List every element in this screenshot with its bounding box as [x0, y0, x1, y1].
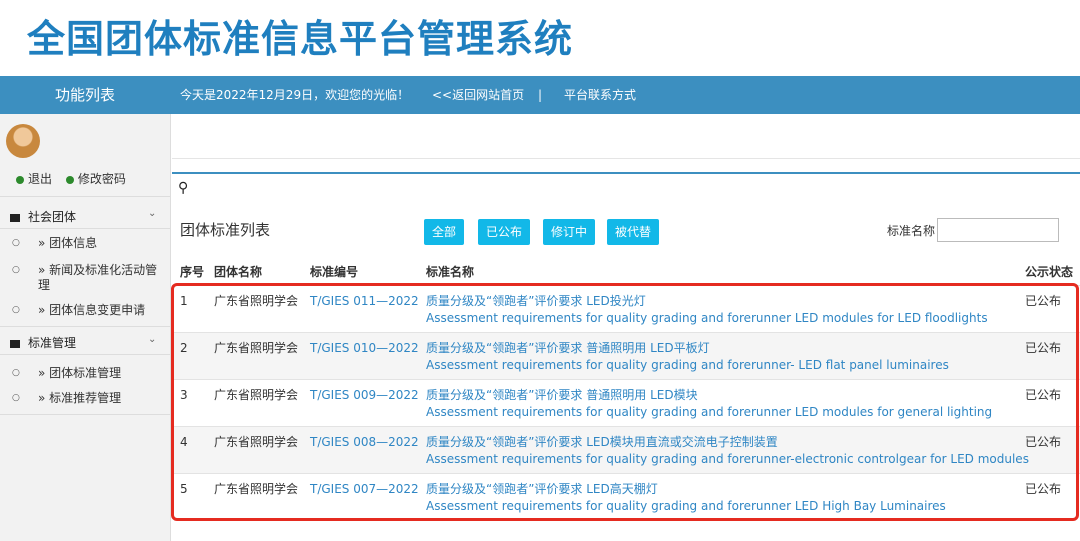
standard-code-link[interactable]: T/GIES 007—2022 — [310, 481, 419, 497]
sidebar-title: 功能列表 — [54, 86, 115, 104]
circle-bullet-icon: ○ — [12, 368, 20, 378]
sidebar-group-standards[interactable]: 标准管理 — [10, 334, 76, 351]
standard-name-cn-link[interactable]: 质量分级及“领跑者”评价要求 LED投光灯 — [426, 293, 646, 309]
folder-icon — [10, 213, 20, 222]
standard-name-cn-link[interactable]: 质量分级及“领跑者”评价要求 LED模块用直流或交流电子控制装置 — [426, 434, 778, 450]
standard-name-en-link[interactable]: Assessment requirements for quality grad… — [426, 498, 946, 514]
search-label: 标准名称 — [887, 224, 936, 238]
column-header-name: 标准名称 — [426, 265, 475, 279]
standard-name-en-link[interactable]: Assessment requirements for quality grad… — [426, 357, 949, 373]
user-links: 退出 修改密码 — [16, 170, 136, 187]
sidebar: 退出 修改密码 社会团体 ⌄ ○» 团体信息 ○» 新闻及标准化活动管理 ○» … — [0, 114, 171, 541]
greeting-text: 今天是2022年12月29日，欢迎您的光临！ — [180, 88, 410, 102]
column-header-org: 团体名称 — [214, 265, 263, 279]
org-name: 广东省照明学会 — [214, 388, 299, 402]
page-title: 全国团体标准信息平台管理系统 — [27, 17, 574, 61]
table-row: 4 广东省照明学会 T/GIES 008—2022 质量分级及“领跑者”评价要求… — [172, 426, 1080, 473]
column-header-no: 序号 — [180, 265, 205, 279]
row-number: 1 — [180, 294, 188, 308]
table-row: 5 广东省照明学会 T/GIES 007—2022 质量分级及“领跑者”评价要求… — [172, 473, 1080, 520]
content-divider — [172, 172, 1080, 174]
row-number: 2 — [180, 341, 188, 355]
folder-icon — [10, 339, 20, 348]
standard-name-search-input[interactable] — [937, 218, 1059, 242]
back-home-link[interactable]: <<返回网站首页 — [432, 76, 524, 114]
org-name: 广东省照明学会 — [214, 294, 299, 308]
sidebar-group-social[interactable]: 社会团体 — [10, 208, 76, 225]
table-row: 1 广东省照明学会 T/GIES 011—2022 质量分级及“领跑者”评价要求… — [172, 285, 1080, 332]
change-password-link[interactable]: 修改密码 — [78, 172, 126, 186]
group-label: 社会团体 — [28, 210, 77, 224]
avatar — [6, 124, 40, 158]
contact-link[interactable]: 平台联系方式 — [564, 76, 636, 114]
circle-bullet-icon: ○ — [12, 265, 20, 275]
password-dot-icon — [65, 175, 74, 184]
filter-revising-button[interactable]: 修订中 — [543, 219, 596, 245]
table-row: 3 广东省照明学会 T/GIES 009—2022 质量分级及“领跑者”评价要求… — [172, 379, 1080, 426]
circle-bullet-icon: ○ — [12, 305, 20, 315]
divider — [0, 196, 170, 197]
status-text: 已公布 — [1025, 388, 1062, 402]
row-number: 4 — [180, 435, 188, 449]
top-bar: 功能列表 今天是2022年12月29日，欢迎您的光临！ <<返回网站首页 | 平… — [0, 76, 1080, 114]
standard-code-link[interactable]: T/GIES 008—2022 — [310, 434, 419, 450]
org-name: 广东省照明学会 — [214, 435, 299, 449]
chevron-down-icon[interactable]: ⌄ — [148, 334, 156, 345]
standard-name-en-link[interactable]: Assessment requirements for quality grad… — [426, 451, 1029, 467]
standard-name-en-link[interactable]: Assessment requirements for quality grad… — [426, 404, 992, 420]
column-header-status: 公示状态 — [1025, 265, 1074, 279]
toolbar-area — [172, 114, 1080, 159]
divider — [0, 326, 170, 327]
standard-code-link[interactable]: T/GIES 010—2022 — [310, 340, 419, 356]
row-number: 3 — [180, 388, 188, 402]
status-text: 已公布 — [1025, 294, 1062, 308]
status-text: 已公布 — [1025, 341, 1062, 355]
divider — [0, 228, 170, 229]
filter-replaced-button[interactable]: 被代替 — [607, 219, 660, 245]
nav-separator: | — [538, 88, 543, 102]
group-label: 标准管理 — [28, 336, 77, 350]
divider — [0, 414, 170, 415]
standard-name-cn-link[interactable]: 质量分级及“领跑者”评价要求 普通照明用 LED平板灯 — [426, 340, 710, 356]
divider — [0, 354, 170, 355]
filter-all-button[interactable]: 全部 — [424, 219, 465, 245]
header-banner: 全国团体标准信息平台管理系统 — [0, 0, 1080, 76]
column-header-code: 标准编号 — [310, 265, 359, 279]
org-name: 广东省照明学会 — [214, 482, 299, 496]
chevron-down-icon[interactable]: ⌄ — [148, 208, 156, 219]
standard-name-cn-link[interactable]: 质量分级及“领跑者”评价要求 LED高天棚灯 — [426, 481, 658, 497]
location-pin-icon: ⚲ — [178, 180, 189, 196]
circle-bullet-icon: ○ — [12, 238, 20, 248]
standard-name-cn-link[interactable]: 质量分级及“领跑者”评价要求 普通照明用 LED模块 — [426, 387, 698, 403]
standard-code-link[interactable]: T/GIES 009—2022 — [310, 387, 419, 403]
filter-published-button[interactable]: 已公布 — [478, 219, 531, 245]
status-text: 已公布 — [1025, 435, 1062, 449]
status-text: 已公布 — [1025, 482, 1062, 496]
org-name: 广东省照明学会 — [214, 341, 299, 355]
circle-bullet-icon: ○ — [12, 393, 20, 403]
list-title: 团体标准列表 — [180, 221, 271, 239]
table-row: 2 广东省照明学会 T/GIES 010—2022 质量分级及“领跑者”评价要求… — [172, 332, 1080, 379]
standard-code-link[interactable]: T/GIES 011—2022 — [310, 293, 419, 309]
standard-name-en-link[interactable]: Assessment requirements for quality grad… — [426, 310, 988, 326]
row-number: 5 — [180, 482, 188, 496]
logout-link[interactable]: 退出 — [28, 172, 52, 186]
logout-dot-icon — [16, 175, 24, 184]
